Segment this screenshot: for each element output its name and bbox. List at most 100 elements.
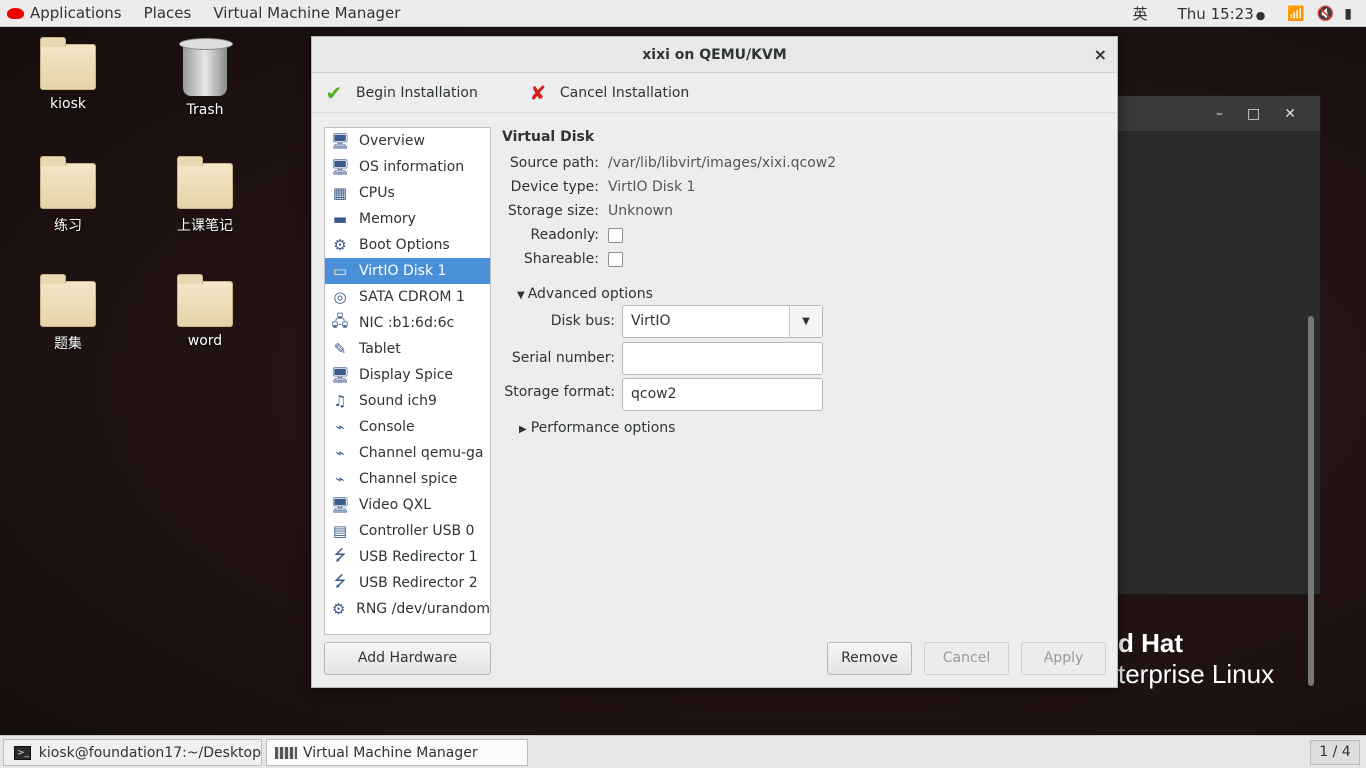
- desktop-icon-exercises[interactable]: 题集: [13, 274, 123, 353]
- serial-icon: ⌁: [335, 470, 345, 488]
- hardware-item-virtio-disk-1[interactable]: ▭ VirtIO Disk 1: [325, 258, 490, 284]
- hardware-item-boot-options[interactable]: ⚙ Boot Options: [325, 232, 490, 258]
- clock[interactable]: Thu 15:23 ●: [1178, 5, 1266, 23]
- hardware-item-label: SATA CDROM 1: [359, 289, 465, 305]
- workspace-switcher[interactable]: 1 / 4: [1310, 740, 1360, 765]
- serial-number-field[interactable]: [622, 342, 823, 375]
- hardware-item-label: Memory: [359, 211, 416, 227]
- hardware-item-memory[interactable]: ▬ Memory: [325, 206, 490, 232]
- task-terminal[interactable]: >_ kiosk@foundation17:~/Desktop: [3, 739, 262, 766]
- task-vmm[interactable]: Virtual Machine Manager: [266, 739, 528, 766]
- hardware-item-label: Video QXL: [359, 497, 432, 513]
- hardware-item-os-information[interactable]: 🖥 OS information: [325, 154, 490, 180]
- storage-format-field[interactable]: qcow2: [622, 378, 823, 411]
- collapsed-triangle-icon: ▶: [519, 424, 527, 435]
- device-type-label: Device type:: [510, 179, 599, 195]
- folder-icon: [177, 274, 233, 327]
- hardware-item-nic-b1-6d-6c[interactable]: 🖧 NIC :b1:6d:6c: [325, 310, 490, 336]
- battery-icon[interactable]: ▮: [1344, 6, 1352, 22]
- hardware-item-channel-qemu-ga[interactable]: ⌁ Channel qemu-ga: [325, 440, 490, 466]
- hardware-item-sound-ich9[interactable]: ♫ Sound ich9: [325, 388, 490, 414]
- source-path-label: Source path:: [509, 155, 599, 171]
- hardware-item-tablet[interactable]: ✎ Tablet: [325, 336, 490, 362]
- section-title: Virtual Disk: [502, 129, 595, 145]
- folder-icon: [177, 156, 233, 209]
- shareable-checkbox[interactable]: [608, 252, 623, 267]
- home-folder-icon: [40, 37, 96, 90]
- chevron-down-icon: ▼: [789, 306, 822, 337]
- brand-line-1: d Hat: [1118, 628, 1183, 658]
- performance-options-expander[interactable]: ▶ Performance options: [519, 420, 675, 436]
- hardware-item-channel-spice[interactable]: ⌁ Channel spice: [325, 466, 490, 492]
- task-terminal-label: kiosk@foundation17:~/Desktop: [38, 744, 261, 761]
- gear-icon: ⚙: [331, 600, 346, 618]
- dialog-title: xixi on QEMU/KVM: [642, 47, 787, 63]
- hardware-item-label: Overview: [359, 133, 425, 149]
- wifi-icon[interactable]: 📶: [1287, 6, 1304, 22]
- background-window-titlebar: – □ ✕: [1101, 96, 1320, 131]
- add-hardware-button[interactable]: Add Hardware: [324, 642, 491, 675]
- maximize-icon[interactable]: □: [1247, 106, 1260, 122]
- advanced-options-label: Advanced options: [527, 286, 653, 302]
- cancel-button[interactable]: Cancel: [924, 642, 1009, 675]
- hardware-item-rng-dev-urandom[interactable]: ⚙ RNG /dev/urandom: [325, 596, 490, 622]
- cpu-icon: ▦: [332, 184, 348, 202]
- performance-options-label: Performance options: [530, 420, 676, 436]
- cancel-x-icon: ✘: [529, 80, 547, 105]
- hardware-item-label: CPUs: [359, 185, 395, 201]
- disk-bus-label: Disk bus:: [550, 313, 615, 329]
- applications-menu[interactable]: Applications: [30, 4, 122, 22]
- minimize-icon[interactable]: –: [1216, 106, 1223, 122]
- desktop-icon-label: 题集: [54, 336, 82, 352]
- close-icon[interactable]: ✕: [1284, 106, 1296, 122]
- desktop-icon-label: Trash: [186, 102, 224, 118]
- hardware-item-label: Channel qemu-ga: [359, 445, 484, 461]
- usb-icon: ⭍: [333, 571, 347, 590]
- desktop-icon-notes[interactable]: 上课笔记: [150, 156, 260, 235]
- scrollbar[interactable]: [1308, 316, 1314, 686]
- readonly-checkbox[interactable]: [608, 228, 623, 243]
- terminal-icon: >_: [14, 745, 31, 760]
- shareable-label: Shareable:: [523, 251, 599, 267]
- storage-size-value: Unknown: [608, 203, 673, 219]
- hardware-item-label: Controller USB 0: [359, 523, 475, 539]
- hardware-item-video-qxl[interactable]: 🖥 Video QXL: [325, 492, 490, 518]
- desktop-icon-trash[interactable]: Trash: [150, 38, 260, 118]
- advanced-options-expander[interactable]: ▼ Advanced options: [517, 286, 653, 302]
- hardware-item-overview[interactable]: 🖥 Overview: [325, 128, 490, 154]
- desktop-icon-word[interactable]: word: [150, 274, 260, 349]
- sound-icon: ♫: [333, 392, 347, 410]
- input-method-indicator[interactable]: 英: [1133, 3, 1148, 24]
- network-icon: 🖧: [331, 311, 349, 330]
- monitor-icon: 🖥: [330, 132, 350, 150]
- hardware-item-console[interactable]: ⌁ Console: [325, 414, 490, 440]
- hardware-item-label: Sound ich9: [359, 393, 437, 409]
- begin-installation-button[interactable]: ✔ Begin Installation: [324, 81, 478, 105]
- cdrom-icon: ◎: [333, 288, 347, 306]
- hardware-item-cpus[interactable]: ▦ CPUs: [325, 180, 490, 206]
- close-icon[interactable]: ×: [1094, 37, 1107, 73]
- hardware-item-usb-redirector-1[interactable]: ⭍ USB Redirector 1: [325, 544, 490, 570]
- desktop-icon-label: 练习: [54, 218, 82, 234]
- cancel-installation-button[interactable]: ✘ Cancel Installation: [528, 81, 689, 105]
- hardware-item-usb-redirector-2[interactable]: ⭍ USB Redirector 2: [325, 570, 490, 596]
- hardware-item-label: NIC :b1:6d:6c: [359, 315, 455, 331]
- hardware-item-display-spice[interactable]: 🖥 Display Spice: [325, 362, 490, 388]
- hardware-item-sata-cdrom-1[interactable]: ◎ SATA CDROM 1: [325, 284, 490, 310]
- background-window[interactable]: – □ ✕: [1100, 95, 1321, 686]
- apply-button[interactable]: Apply: [1021, 642, 1106, 675]
- disk-bus-select[interactable]: VirtIO ▼: [622, 305, 823, 338]
- expanded-triangle-icon: ▼: [517, 290, 525, 301]
- volume-muted-icon[interactable]: 🔇: [1317, 6, 1334, 22]
- toolbar: ✔ Begin Installation ✘ Cancel Installati…: [312, 73, 1117, 113]
- storage-size-label: Storage size:: [507, 203, 599, 219]
- places-menu[interactable]: Places: [144, 4, 192, 22]
- task-vmm-label: Virtual Machine Manager: [303, 744, 478, 761]
- desktop-icon-practice[interactable]: 练习: [13, 156, 123, 235]
- remove-button[interactable]: Remove: [827, 642, 912, 675]
- redhat-branding: d Hat terprise Linux: [1118, 628, 1274, 690]
- app-menu[interactable]: Virtual Machine Manager: [213, 4, 400, 22]
- desktop-icon-kiosk[interactable]: kiosk: [13, 37, 123, 112]
- readonly-label: Readonly:: [530, 227, 600, 243]
- hardware-item-controller-usb-0[interactable]: ▤ Controller USB 0: [325, 518, 490, 544]
